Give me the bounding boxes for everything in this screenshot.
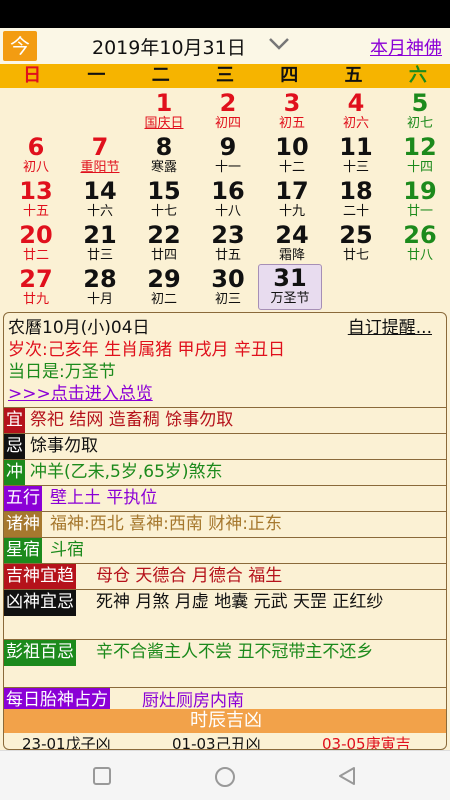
day-cell[interactable]: 2 初四 <box>196 90 260 134</box>
info-row-jishen: 吉神宜趋 母仓 天德合 月德合 福生 <box>4 563 446 589</box>
row-tag: 星宿 <box>4 538 42 563</box>
row-tag: 诸神 <box>4 512 42 537</box>
day-cell-selected[interactable]: 31 万圣节 <box>258 264 322 310</box>
weekday-header: 日 一 二 三 四 五 六 <box>0 64 450 88</box>
row-value: 斗宿 <box>50 540 84 560</box>
today-button[interactable]: 今 <box>3 31 37 61</box>
day-cell[interactable]: 25 廿七 <box>324 222 388 266</box>
day-cell[interactable]: 7 重阳节 <box>68 134 132 178</box>
row-tag: 冲 <box>4 460 25 485</box>
day-cell[interactable]: 29 初二 <box>132 266 196 310</box>
row-value: 辛不合酱主人不尝 丑不冠带主不还乡 <box>96 642 374 662</box>
day-cell[interactable]: 24 霜降 <box>260 222 324 266</box>
ganzhi-text: 岁次:己亥年 生肖属猪 甲戌月 辛丑日 <box>8 340 285 360</box>
weekday-mon: 一 <box>87 65 106 86</box>
day-cell[interactable]: 10 十二 <box>260 134 324 178</box>
row-value: 冲羊(乙未,5岁,65岁)煞东 <box>30 462 223 482</box>
day-cell[interactable]: 14 十六 <box>68 178 132 222</box>
shichen-item: 23-01戊子凶 <box>22 735 111 750</box>
day-cell[interactable]: 8 寒露 <box>132 134 196 178</box>
shichen-header: 时辰吉凶 <box>4 709 446 733</box>
day-cell[interactable]: 30 初三 <box>196 266 260 310</box>
shichen-item: 01-03己丑凶 <box>172 735 261 750</box>
info-row-ji: 忌 馀事勿取 <box>4 433 446 459</box>
info-row-xiongshen: 凶神宜忌 死神 月煞 月虚 地囊 元武 天罡 正红纱 <box>4 589 446 639</box>
day-cell[interactable]: 5 初七 <box>388 90 450 134</box>
status-bar <box>0 0 450 28</box>
info-row-chong: 冲 冲羊(乙未,5岁,65岁)煞东 <box>4 459 446 485</box>
row-value: 母仓 天德合 月德合 福生 <box>96 566 283 586</box>
row-value: 祭祀 结网 造畜稠 馀事勿取 <box>30 410 234 430</box>
day-cell[interactable]: 9 十一 <box>196 134 260 178</box>
info-row-wuxing: 五行 壁上土 平执位 <box>4 485 446 511</box>
day-cell[interactable]: 23 廿五 <box>196 222 260 266</box>
home-icon[interactable] <box>214 766 236 788</box>
android-nav-bar <box>0 750 450 800</box>
info-row-yi: 宜 祭祀 结网 造畜稠 馀事勿取 <box>4 407 446 433</box>
day-cell[interactable]: 1 国庆日 <box>132 90 196 134</box>
date-title[interactable]: 2019年10月31日 <box>92 33 246 60</box>
day-cell[interactable]: 12 十四 <box>388 134 450 178</box>
row-value: 壁上土 平执位 <box>50 488 158 508</box>
row-tag: 忌 <box>4 434 25 459</box>
chevron-down-icon[interactable] <box>268 37 290 51</box>
day-cell[interactable]: 28 十月 <box>68 266 132 310</box>
custom-reminder-link[interactable]: 自订提醒... <box>348 317 432 339</box>
info-row-xingxiu: 星宿 斗宿 <box>4 537 446 563</box>
weekday-thu: 四 <box>280 65 299 86</box>
day-cell[interactable]: 3 初五 <box>260 90 324 134</box>
row-tag: 五行 <box>4 486 42 511</box>
day-cell[interactable]: 11 十三 <box>324 134 388 178</box>
info-row-zhushen: 诸神 福神:西北 喜神:西南 财神:正东 <box>4 511 446 537</box>
day-cell[interactable]: 21 廿三 <box>68 222 132 266</box>
festival-text: 当日是:万圣节 <box>8 362 116 382</box>
row-tag: 凶神宜忌 <box>4 590 76 616</box>
day-cell[interactable]: 16 十八 <box>196 178 260 222</box>
day-cell[interactable]: 6 初八 <box>4 134 68 178</box>
day-cell[interactable]: 20 廿二 <box>4 222 68 266</box>
day-cell[interactable]: 18 二十 <box>324 178 388 222</box>
day-cell[interactable]: 15 十七 <box>132 178 196 222</box>
row-tag: 宜 <box>4 408 25 433</box>
day-cell[interactable]: 17 十九 <box>260 178 324 222</box>
day-cell[interactable]: 26 廿八 <box>388 222 450 266</box>
day-cell[interactable]: 27 廿九 <box>4 266 68 310</box>
row-tag: 吉神宜趋 <box>4 564 76 589</box>
day-cell[interactable]: 22 廿四 <box>132 222 196 266</box>
calendar-grid: 1 国庆日 2 初四 3 初五 4 初六 5 初七 6 初八 7 重阳节 8 寒露 9 十一 10… <box>0 90 450 310</box>
info-row-pengzu: 彭祖百忌 辛不合酱主人不尝 丑不冠带主不还乡 <box>4 639 446 687</box>
overview-link[interactable]: >>>点击进入总览 <box>8 383 153 405</box>
weekday-sat: 六 <box>408 65 427 86</box>
back-icon[interactable] <box>337 766 357 786</box>
day-cell[interactable]: 4 初六 <box>324 90 388 134</box>
row-value: 馀事勿取 <box>30 436 98 456</box>
weekday-fri: 五 <box>344 65 363 86</box>
day-cell[interactable]: 13 十五 <box>4 178 68 222</box>
row-value: 死神 月煞 月虚 地囊 元武 天罡 正红纱 <box>96 592 384 612</box>
day-cell[interactable]: 19 廿一 <box>388 178 450 222</box>
monthly-deities-link[interactable]: 本月神佛 <box>370 34 442 60</box>
recent-apps-icon[interactable] <box>92 766 112 786</box>
weekday-sun: 日 <box>23 65 42 86</box>
row-tag: 彭祖百忌 <box>4 640 76 666</box>
top-bar: 今 2019年10月31日 本月神佛 <box>0 28 450 64</box>
shichen-row: 23-01戊子凶 01-03己丑凶 03-05庚寅吉 <box>4 735 446 750</box>
shichen-item: 03-05庚寅吉 <box>322 735 411 750</box>
row-value: 福神:西北 喜神:西南 财神:正东 <box>50 514 282 534</box>
day-info-panel: 农曆10月(小)04日 自订提醒... 岁次:己亥年 生肖属猪 甲戌月 辛丑日 … <box>3 312 447 750</box>
lunar-date: 农曆10月(小)04日 <box>8 318 150 338</box>
weekday-tue: 二 <box>151 65 170 86</box>
weekday-wed: 三 <box>215 65 234 86</box>
